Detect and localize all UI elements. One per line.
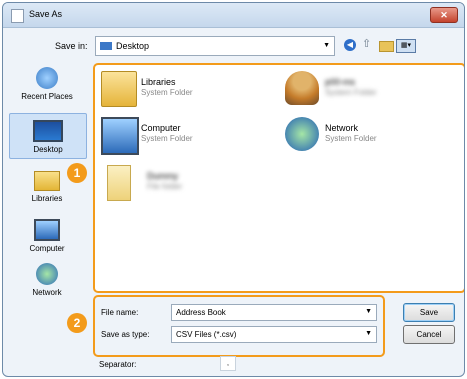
- document-icon: [11, 9, 24, 23]
- libraries-icon: [34, 171, 60, 191]
- file-item-user[interactable]: p00-ms System Folder: [285, 71, 455, 111]
- recent-places-icon: [36, 67, 58, 89]
- close-button[interactable]: ✕: [430, 7, 458, 23]
- save-as-type-label: Save as type:: [101, 330, 150, 339]
- save-as-type-value: CSV Files (*.csv): [176, 330, 237, 339]
- folder-icon: [107, 165, 131, 201]
- save-in-value: Desktop: [116, 41, 150, 51]
- place-computer[interactable]: Computer: [9, 219, 85, 255]
- place-label: Recent Places: [21, 92, 73, 101]
- file-type: System Folder: [141, 88, 193, 97]
- save-in-dropdown[interactable]: Desktop ▼: [95, 36, 335, 56]
- user-folder-icon: [285, 71, 319, 105]
- chevron-down-icon: ▼: [323, 42, 330, 49]
- network-icon: [36, 263, 58, 285]
- back-icon[interactable]: ◀: [344, 39, 356, 51]
- file-item-libraries[interactable]: Libraries System Folder: [101, 71, 271, 111]
- computer-icon: [34, 219, 60, 241]
- computer-icon: [101, 117, 139, 155]
- file-name: Computer: [141, 123, 181, 133]
- file-type: System Folder: [325, 134, 377, 143]
- libraries-folder-icon: [101, 71, 137, 107]
- file-name-value: Address Book: [176, 308, 226, 317]
- save-in-label: Save in:: [55, 41, 88, 51]
- file-type: System Folder: [325, 88, 377, 97]
- place-recent-places[interactable]: Recent Places: [9, 67, 85, 107]
- save-button[interactable]: Save: [403, 303, 455, 322]
- file-type: File folder: [147, 182, 183, 191]
- dialog-title: Save As: [29, 9, 63, 19]
- new-folder-icon[interactable]: [379, 41, 394, 52]
- file-name: Dummy: [147, 171, 178, 181]
- save-as-type-dropdown[interactable]: CSV Files (*.csv) ▼: [171, 326, 377, 343]
- file-item-computer[interactable]: Computer System Folder: [101, 117, 271, 157]
- place-label: Desktop: [33, 145, 63, 154]
- place-network[interactable]: Network: [9, 263, 85, 303]
- place-desktop[interactable]: Desktop: [9, 113, 87, 159]
- separator-label: Separator:: [99, 360, 137, 369]
- file-name: Network: [325, 123, 359, 133]
- callout-badge: 2: [67, 313, 87, 333]
- chevron-down-icon: ▼: [365, 330, 372, 337]
- places-bar: Recent Places Desktop Libraries Computer…: [9, 63, 87, 313]
- separator-input[interactable]: ,: [220, 356, 236, 371]
- file-name: p00-ms: [325, 77, 356, 87]
- file-list[interactable]: Libraries System Folder p00-ms System Fo…: [93, 63, 464, 293]
- file-item-folder[interactable]: Dummy File folder: [107, 165, 277, 205]
- place-label: Computer: [29, 244, 65, 253]
- file-name-input[interactable]: Address Book ▼: [171, 304, 377, 321]
- callout-badge: 1: [67, 163, 87, 183]
- file-type: System Folder: [141, 134, 193, 143]
- save-as-dialog: Save As ✕ Save in: Desktop ▼ ◀ ⇧ ▦▾ Rece…: [2, 2, 465, 377]
- place-label: Libraries: [31, 194, 63, 203]
- file-name: Libraries: [141, 77, 176, 87]
- place-label: Network: [32, 288, 62, 297]
- file-item-network[interactable]: Network System Folder: [285, 117, 455, 157]
- cancel-button[interactable]: Cancel: [403, 325, 455, 344]
- save-fields-group: File name: Address Book ▼ Save as type: …: [93, 295, 385, 357]
- network-icon: [285, 117, 319, 151]
- title-bar: Save As ✕: [3, 3, 464, 28]
- up-folder-icon[interactable]: ⇧: [362, 37, 371, 53]
- desktop-icon: [33, 120, 63, 142]
- views-menu-icon[interactable]: ▦▾: [396, 39, 416, 53]
- chevron-down-icon: ▼: [365, 308, 372, 315]
- file-name-label: File name:: [101, 308, 139, 317]
- desktop-folder-icon: [100, 42, 112, 50]
